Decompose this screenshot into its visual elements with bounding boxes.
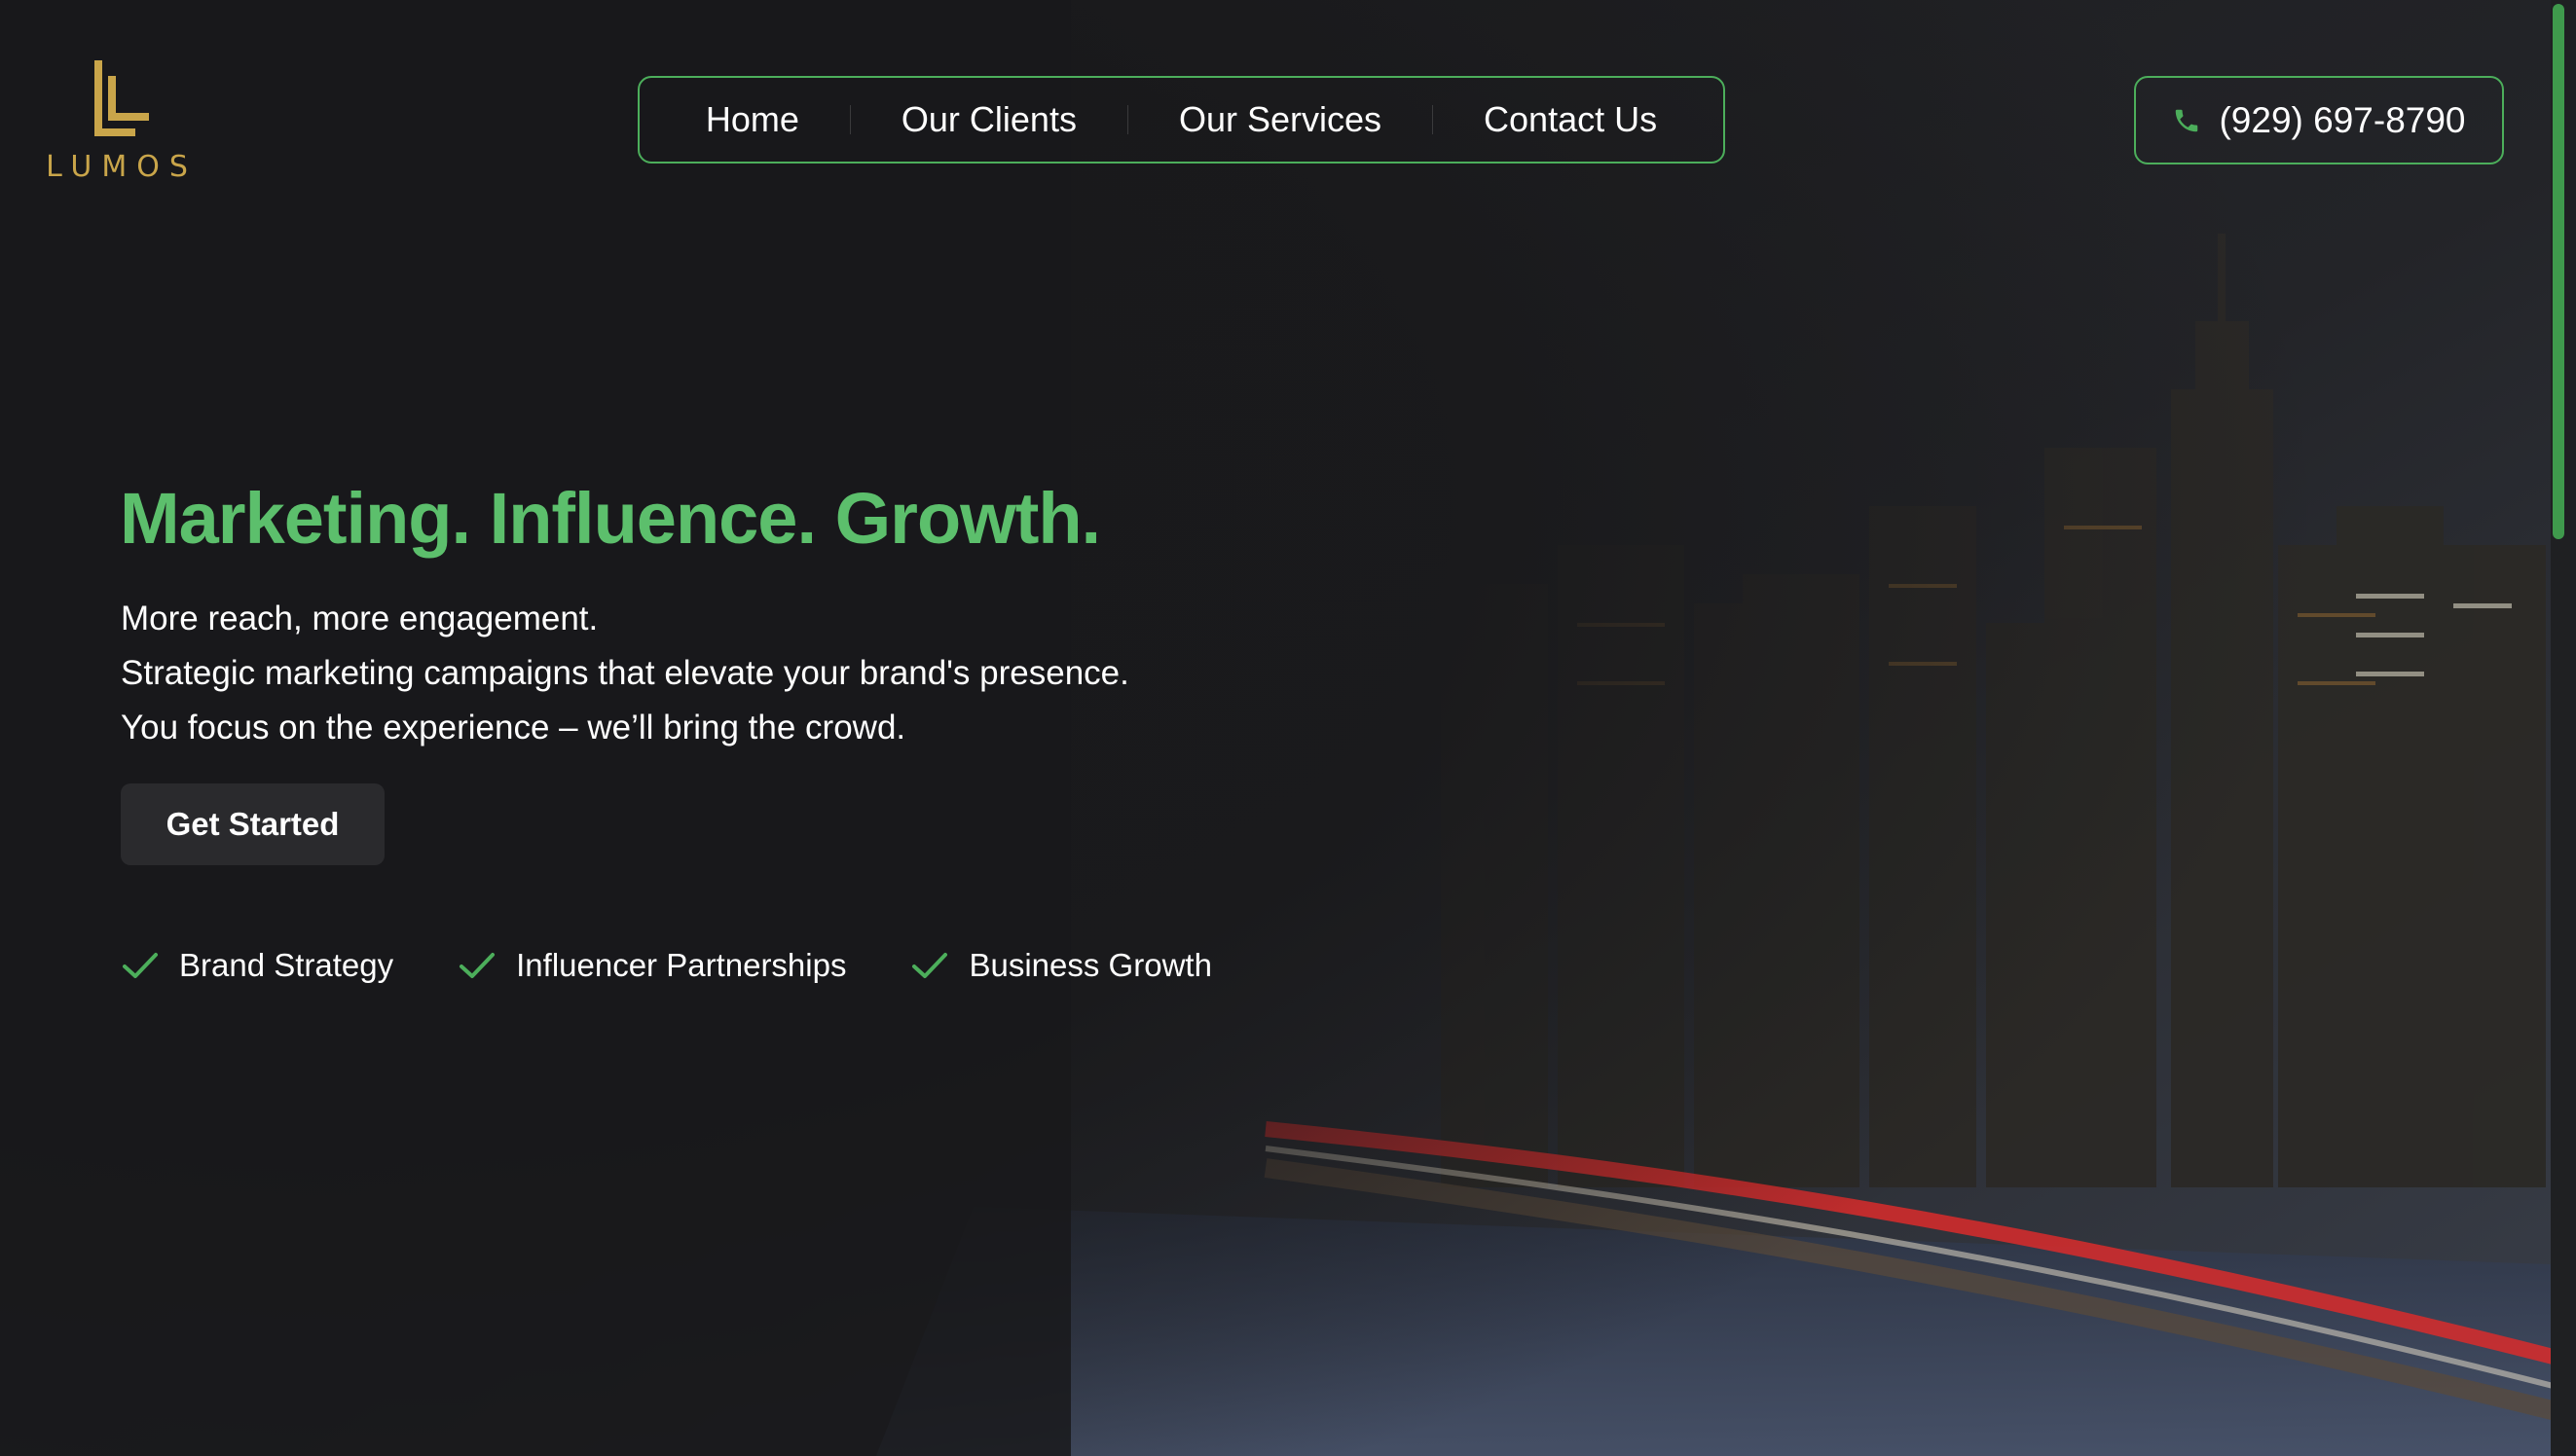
hero-line: You focus on the experience – we’ll brin… <box>121 709 906 746</box>
phone-button[interactable]: (929) 697-8790 <box>2134 76 2504 164</box>
feature-label: Business Growth <box>969 947 1212 983</box>
nav-item-our-clients[interactable]: Our Clients <box>851 99 1127 140</box>
get-started-button[interactable]: Get Started <box>121 783 385 865</box>
main-nav: Home Our Clients Our Services Contact Us <box>638 76 1725 164</box>
scrollbar-thumb[interactable] <box>2553 4 2564 539</box>
feature-item-brand-strategy: Brand Strategy <box>121 947 393 984</box>
nav-item-contact-us[interactable]: Contact Us <box>1433 99 1708 140</box>
check-icon <box>460 953 496 978</box>
brand-name: LUMOS <box>46 150 198 184</box>
hero-line: Strategic marketing campaigns that eleva… <box>121 654 1129 692</box>
lumos-l-logo-icon <box>94 60 149 136</box>
check-icon <box>123 953 158 978</box>
feature-item-business-growth: Business Growth <box>910 947 1212 984</box>
hero-headline: Marketing. Influence. Growth. <box>120 478 1101 559</box>
hero-description: More reach, more engagement. Strategic m… <box>121 592 1129 755</box>
phone-icon <box>2176 109 2198 131</box>
lumos-logo[interactable]: LUMOS <box>39 56 204 188</box>
nav-item-our-services[interactable]: Our Services <box>1128 99 1432 140</box>
nav-item-home[interactable]: Home <box>655 99 850 140</box>
feature-label: Brand Strategy <box>179 947 394 983</box>
check-icon <box>912 953 948 978</box>
feature-item-influencer-partnerships: Influencer Partnerships <box>458 947 846 984</box>
hero-line: More reach, more engagement. <box>121 600 599 637</box>
feature-list: Brand Strategy Influencer Partnerships B… <box>121 944 1276 987</box>
phone-number: (929) 697-8790 <box>2219 99 2466 140</box>
feature-label: Influencer Partnerships <box>516 947 847 983</box>
